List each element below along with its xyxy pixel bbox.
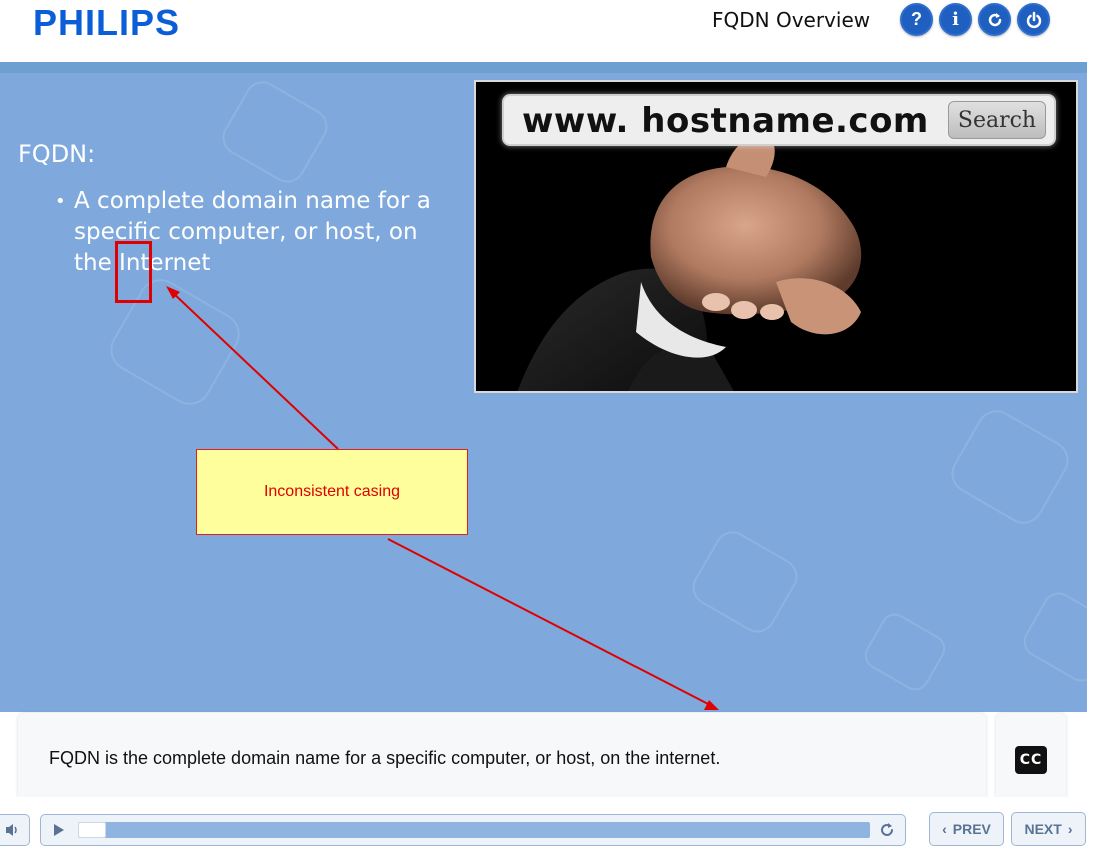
- refresh-icon: [988, 12, 1001, 26]
- search-button: Search: [948, 101, 1046, 139]
- search-bar: www. hostname.com Search: [502, 94, 1056, 146]
- bullet-dot: •: [55, 191, 66, 212]
- transcript-panel: FQDN is the complete domain name for a s…: [18, 713, 986, 797]
- hostname-image: www. hostname.com Search: [474, 80, 1078, 393]
- volume-button[interactable]: [0, 814, 30, 846]
- background-hexagon: [1017, 586, 1087, 688]
- course-player: PHILIPS FQDN Overview ? i FQDN: • A comp…: [0, 0, 1095, 854]
- prev-label: PREV: [952, 821, 991, 837]
- annotation-callout: Inconsistent casing: [196, 449, 468, 535]
- url-text: www. hostname.com: [522, 101, 929, 141]
- question-icon: ?: [911, 9, 922, 29]
- speaker-icon: [6, 824, 17, 836]
- chevron-left-icon: ‹: [942, 821, 947, 837]
- cc-panel: CC: [996, 713, 1066, 797]
- slide-heading: FQDN:: [18, 140, 96, 168]
- info-icon: i: [952, 9, 959, 30]
- philips-logo: PHILIPS: [33, 2, 181, 43]
- next-label: NEXT: [1024, 821, 1062, 837]
- replay-icon[interactable]: [877, 820, 897, 840]
- seek-bar: [40, 814, 906, 846]
- background-hexagon: [686, 524, 804, 640]
- slide-top-band: [0, 62, 1087, 73]
- slide-content: FQDN: • A complete domain name for a spe…: [0, 62, 1087, 712]
- highlight-box-internet: [115, 241, 152, 303]
- transcript-text: FQDN is the complete domain name for a s…: [49, 748, 721, 768]
- background-hexagon: [216, 74, 334, 190]
- page-title: FQDN Overview: [712, 8, 871, 32]
- power-icon: [1026, 11, 1041, 28]
- player-bar: ‹ PREV NEXT ›: [0, 797, 1095, 854]
- pointing-hand-illustration: [476, 142, 1076, 391]
- progress-fill: [78, 822, 106, 838]
- background-hexagon: [859, 608, 951, 696]
- help-button[interactable]: ?: [900, 3, 933, 36]
- progress-track[interactable]: [78, 822, 870, 838]
- play-icon[interactable]: [51, 822, 67, 838]
- header-bar: PHILIPS FQDN Overview ? i: [0, 0, 1087, 62]
- background-hexagon: [944, 403, 1076, 531]
- next-button[interactable]: NEXT ›: [1011, 812, 1086, 846]
- replay-button[interactable]: [978, 3, 1011, 36]
- closed-captions-button[interactable]: CC: [1015, 746, 1047, 774]
- chevron-right-icon: ›: [1067, 821, 1073, 837]
- prev-button[interactable]: ‹ PREV: [929, 812, 1004, 846]
- exit-button[interactable]: [1017, 3, 1050, 36]
- info-button[interactable]: i: [939, 3, 972, 36]
